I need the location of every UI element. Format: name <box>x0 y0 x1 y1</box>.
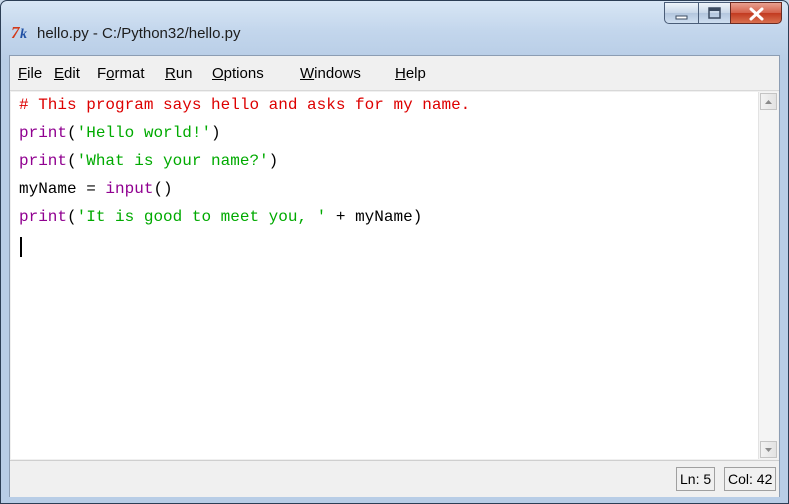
code-line-1: # This program says hello and asks for m… <box>19 96 470 114</box>
status-line: Ln: 5 <box>676 467 716 491</box>
menu-windows-accel: W <box>300 65 315 82</box>
text-cursor <box>20 237 22 257</box>
menu-options[interactable]: Options <box>212 65 264 82</box>
menu-windows[interactable]: Windows <box>300 65 361 82</box>
menu-run-accel: R <box>165 65 176 82</box>
close-icon <box>749 7 764 21</box>
window-controls <box>664 2 782 28</box>
code-punct: ( <box>67 152 77 170</box>
window-title: hello.py - C:/Python32/hello.py <box>37 25 241 42</box>
code-punct: ) <box>268 152 279 170</box>
code-string: 'What is your name?' <box>76 152 269 170</box>
down-arrow-icon <box>765 448 772 452</box>
minimize-icon <box>675 15 688 20</box>
minimize-button[interactable] <box>664 2 698 24</box>
code-string: 'It is good to meet you, ' <box>76 208 327 226</box>
code-string: 'Hello world!' <box>76 124 212 142</box>
code-punct: + <box>326 208 356 226</box>
menu-bar: File Edit Format Run Options Windows Hel… <box>10 56 779 91</box>
code-identifier: myName <box>19 180 77 198</box>
code-punct: = <box>76 180 106 198</box>
menu-run[interactable]: Run <box>165 65 193 82</box>
code-line-4: myName = input() <box>19 180 173 198</box>
code-comment: # This program says hello and asks for m… <box>19 96 471 114</box>
scroll-down-button[interactable] <box>760 441 777 458</box>
code-punct: ) <box>412 208 423 226</box>
code-builtin: print <box>19 124 68 142</box>
code-identifier: myName <box>355 208 413 226</box>
menu-file-accel: F <box>18 65 28 82</box>
python-idle-icon: 7 k <box>11 23 27 41</box>
menu-format[interactable]: Format <box>97 65 145 82</box>
code-line-3: print('What is your name?') <box>19 152 278 170</box>
code-line-5: print('It is good to meet you, ' + myNam… <box>19 208 422 226</box>
menu-windows-rest: indows <box>314 65 361 82</box>
code-line-2: print('Hello world!') <box>19 124 221 142</box>
code-punct: ) <box>211 124 221 142</box>
close-button[interactable] <box>730 2 782 24</box>
up-arrow-icon <box>765 100 772 104</box>
code-punct: ( <box>67 124 77 142</box>
vertical-scrollbar[interactable] <box>758 92 778 459</box>
menu-edit[interactable]: Edit <box>54 65 80 82</box>
status-column: Col: 42 <box>724 467 777 491</box>
scroll-up-button[interactable] <box>760 93 777 110</box>
menu-format-rest: rmat <box>114 65 145 82</box>
code-builtin: input <box>105 180 154 198</box>
menu-options-accel: O <box>212 65 224 82</box>
title-bar[interactable]: 7 k hello.py - C:/Python32/hello.py <box>1 1 788 55</box>
menu-edit-rest: dit <box>64 65 80 82</box>
menu-help[interactable]: Help <box>395 65 426 82</box>
code-punct: () <box>153 180 173 198</box>
menu-edit-accel: E <box>54 65 65 82</box>
status-bar: Ln: 5 Col: 42 <box>10 460 779 497</box>
svg-text:k: k <box>20 27 27 41</box>
menu-format-accel: o <box>106 65 115 82</box>
menu-file[interactable]: File <box>18 65 42 82</box>
client-area: File Edit Format Run Options Windows Hel… <box>9 55 780 497</box>
menu-options-rest: ptions <box>223 65 264 82</box>
code-punct: ( <box>67 208 77 226</box>
idle-editor-window: 7 k hello.py - C:/Python32/hello.py File… <box>0 0 789 504</box>
maximize-icon <box>708 7 721 19</box>
code-builtin: print <box>19 152 68 170</box>
menu-help-accel: H <box>395 65 406 82</box>
maximize-button[interactable] <box>698 2 730 24</box>
menu-file-rest: ile <box>27 65 43 82</box>
menu-help-rest: elp <box>405 65 426 82</box>
menu-run-rest: un <box>175 65 193 82</box>
code-builtin: print <box>19 208 68 226</box>
menu-format-pre: F <box>97 65 107 82</box>
code-editor[interactable]: # This program says hello and asks for m… <box>11 92 758 459</box>
